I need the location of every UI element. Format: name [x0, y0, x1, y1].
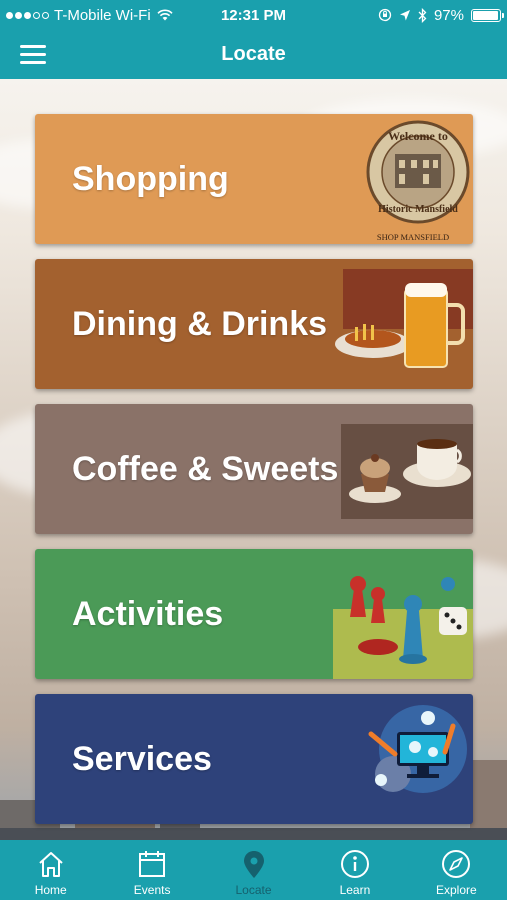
- tab-label: Explore: [435, 883, 477, 897]
- category-card-shopping[interactable]: Shopping Welcome to Historic Mansfield S…: [35, 114, 473, 244]
- home-icon: [39, 852, 63, 877]
- calendar-icon: [139, 851, 166, 877]
- category-label: Coffee & Sweets: [72, 449, 339, 488]
- tab-label: Learn: [339, 883, 371, 897]
- battery-icon: [471, 8, 504, 22]
- menu-line: [20, 44, 46, 48]
- signal-dot: [24, 11, 31, 19]
- tab-label: Locate: [235, 883, 272, 897]
- welcome-historic-mansfield-badge: Welcome to Historic Mansfield SHOP MANSF…: [366, 120, 470, 242]
- tab-home[interactable]: Home: [0, 840, 101, 900]
- category-label: Dining & Drinks: [72, 304, 328, 343]
- category-label: Services: [72, 739, 212, 778]
- info-icon: [340, 850, 369, 878]
- category-card-services[interactable]: Services: [35, 694, 473, 824]
- cell-signal-icon: [6, 11, 49, 19]
- compass-icon: [442, 850, 471, 878]
- menu-line: [20, 60, 46, 64]
- battery-percent: 97%: [433, 6, 464, 24]
- signal-dot: [42, 11, 49, 19]
- badge-text-top: Welcome to: [388, 129, 448, 143]
- page-title: Locate: [221, 43, 286, 65]
- status-bar: T-Mobile Wi-Fi 12:31 PM 97%: [0, 0, 507, 30]
- carrier-name: T-Mobile Wi-Fi: [54, 6, 151, 24]
- wifi-icon: [157, 9, 173, 21]
- battery-level: [473, 10, 499, 20]
- category-card-dining-drinks[interactable]: Dining & Drinks: [35, 259, 473, 389]
- orientation-lock-icon: [378, 8, 392, 22]
- bluetooth-icon: [418, 7, 427, 23]
- category-list[interactable]: Shopping Welcome to Historic Mansfield S…: [0, 79, 507, 840]
- tab-explore[interactable]: Explore: [406, 840, 507, 900]
- tab-label: Events: [133, 883, 171, 897]
- signal-dot: [6, 11, 13, 19]
- tab-learn[interactable]: Learn: [304, 840, 405, 900]
- tab-bar: Home Events Locate Learn Explore: [0, 840, 507, 900]
- signal-dot: [33, 11, 40, 19]
- category-label: Shopping: [72, 159, 229, 198]
- location-arrow-icon: [399, 9, 410, 20]
- category-card-coffee-sweets[interactable]: Coffee & Sweets: [35, 404, 473, 534]
- coffee-and-cupcake-image: [341, 424, 473, 519]
- menu-line: [20, 52, 46, 56]
- tab-label: Home: [34, 883, 67, 897]
- computer-gears-tools-image: [368, 705, 467, 793]
- board-game-pieces-image: [333, 576, 473, 679]
- map-pin-icon: [243, 851, 264, 878]
- tab-locate[interactable]: Locate: [203, 840, 304, 900]
- beer-and-food-image: [335, 269, 473, 368]
- tab-events[interactable]: Events: [101, 840, 202, 900]
- category-card-activities[interactable]: Activities: [35, 549, 473, 679]
- badge-caption: SHOP MANSFIELD: [377, 232, 449, 242]
- category-label: Activities: [72, 594, 224, 633]
- hamburger-menu-icon[interactable]: [20, 40, 50, 68]
- navigation-bar: Locate: [0, 30, 507, 79]
- signal-dot: [15, 11, 22, 19]
- badge-text-bottom: Historic Mansfield: [378, 204, 458, 215]
